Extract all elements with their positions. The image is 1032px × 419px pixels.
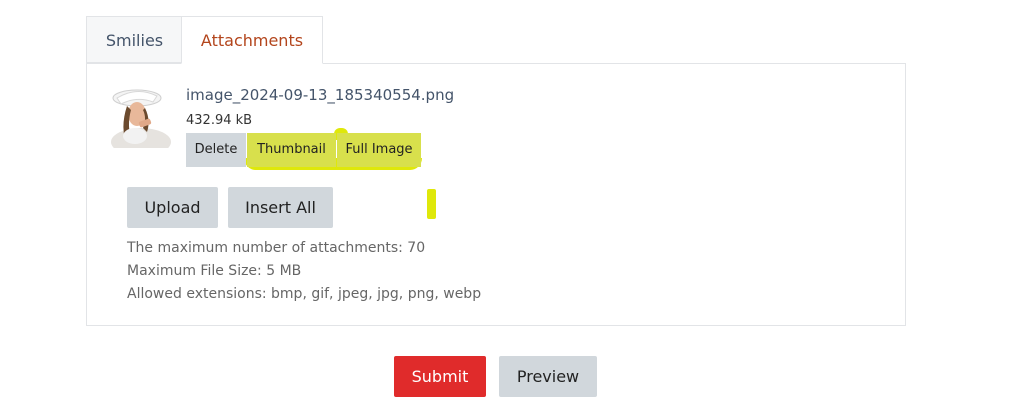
tab-attachments[interactable]: Attachments [181,16,323,64]
attachment-file-size: 432.94 kB [186,113,253,128]
max-file-size-text: Maximum File Size: 5 MB [127,263,302,279]
insert-full-image-button[interactable]: Full Image [337,133,421,167]
submit-button[interactable]: Submit [394,356,486,397]
max-attachments-text: The maximum number of attachments: 70 [127,240,426,256]
allowed-extensions-text: Allowed extensions: bmp, gif, jpeg, jpg,… [127,286,482,302]
insert-thumbnail-button[interactable]: Thumbnail [247,133,336,167]
upload-button[interactable]: Upload [127,187,218,228]
delete-button[interactable]: Delete [186,133,246,167]
insert-all-button[interactable]: Insert All [228,187,333,228]
highlight-marker-stroke [427,189,436,219]
attachment-file-name[interactable]: image_2024-09-13_185340554.png [186,86,454,104]
preview-button[interactable]: Preview [499,356,597,397]
attachment-thumbnail-image[interactable] [107,84,171,148]
tab-smilies[interactable]: Smilies [86,16,182,63]
